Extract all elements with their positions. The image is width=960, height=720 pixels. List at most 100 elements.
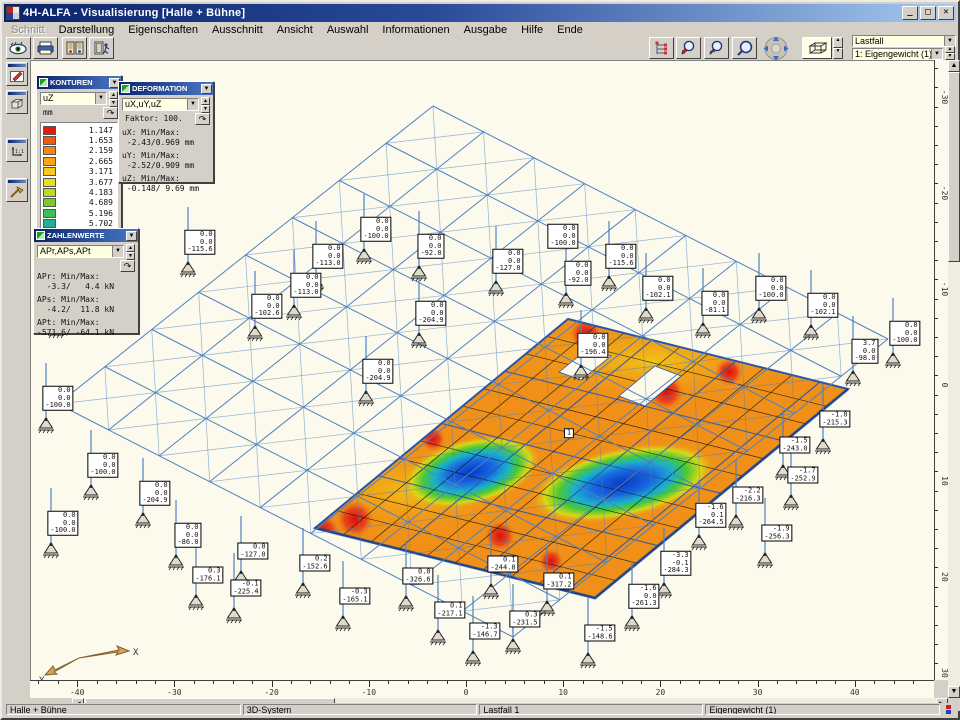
menu-item-darstellung[interactable]: Darstellung bbox=[52, 23, 122, 37]
panel-menu-button[interactable]: ▼ bbox=[126, 231, 137, 241]
vertical-scroll-thumb[interactable] bbox=[948, 72, 960, 262]
zoom-in-icon bbox=[680, 40, 697, 56]
chevron-down-icon[interactable]: ▼ bbox=[112, 246, 123, 257]
docked-panel-tools-button[interactable] bbox=[6, 178, 28, 202]
status-system: 3D-System bbox=[243, 704, 478, 715]
docked-panel-dimensions-button[interactable]: 1:1 bbox=[6, 138, 28, 162]
menu-item-ausgabe[interactable]: Ausgabe bbox=[457, 23, 514, 37]
legend-color-swatch bbox=[43, 146, 56, 155]
vertical-scrollbar[interactable]: ▲ ▼ bbox=[948, 60, 960, 698]
zoom-out-button[interactable] bbox=[704, 37, 729, 59]
legend-value: 2.159 bbox=[60, 146, 115, 155]
lastfall-combo[interactable]: Lastfall ▼ bbox=[852, 35, 956, 47]
ruler-tick bbox=[427, 681, 428, 684]
zahlenwerte-component-combo[interactable]: APr,APs,APt ▼ bbox=[37, 245, 124, 258]
minimize-button[interactable]: _ bbox=[902, 6, 918, 20]
support-icon bbox=[135, 513, 151, 528]
faktor-label: Faktor: 100. bbox=[122, 114, 193, 124]
support-icon bbox=[803, 325, 819, 340]
pan-control[interactable] bbox=[762, 35, 790, 62]
help-book-button[interactable] bbox=[62, 37, 87, 59]
deformation-component-combo[interactable]: uX,uY,uZ ▼ bbox=[122, 98, 199, 111]
lastfall-combo-value: Lastfall bbox=[853, 36, 944, 46]
deformation-panel-caption[interactable]: DEFORMATION ▼ bbox=[119, 82, 213, 95]
menu-item-eigenschaften[interactable]: Eigenschaften bbox=[121, 23, 205, 37]
zahlenwerte-spinner[interactable]: ▲▼ bbox=[126, 244, 135, 258]
ruler-tick bbox=[816, 681, 817, 684]
axis-indicator: X Y bbox=[39, 646, 139, 680]
legend-color-swatch bbox=[43, 209, 56, 218]
support-icon bbox=[558, 293, 574, 308]
ruler-label: -40 bbox=[70, 688, 84, 697]
exit-button[interactable] bbox=[89, 37, 114, 59]
render-options-button[interactable] bbox=[649, 37, 674, 59]
chevron-down-icon[interactable]: ▼ bbox=[944, 36, 955, 46]
loadcase-spinner[interactable]: ▲▼ bbox=[945, 46, 955, 60]
view-3d-spinner[interactable]: ▲▼ bbox=[833, 37, 843, 59]
scroll-down-icon[interactable]: ▼ bbox=[948, 686, 960, 698]
pointer-tool-icon bbox=[10, 186, 24, 198]
konturen-panel-caption[interactable]: KONTUREN ▼ bbox=[37, 76, 121, 89]
ruler-tick bbox=[935, 68, 938, 69]
apply-arrow-button[interactable]: ↷ bbox=[120, 260, 135, 272]
ruler-tick bbox=[935, 548, 938, 549]
chevron-down-icon[interactable]: ▼ bbox=[187, 99, 198, 110]
docked-panel-edit-button[interactable] bbox=[6, 62, 28, 86]
menu-item-auswahl[interactable]: Auswahl bbox=[320, 23, 376, 37]
node-value-label: -0.3 -165.1 bbox=[339, 588, 370, 605]
maximize-button[interactable]: □ bbox=[920, 6, 936, 20]
ruler-tick bbox=[330, 681, 331, 684]
ruler-tick bbox=[935, 241, 938, 242]
support-icon bbox=[483, 584, 499, 599]
zahlenwerte-panel-title: ZAHLENWERTE bbox=[47, 229, 126, 242]
konturen-spinner[interactable]: ▲▼ bbox=[109, 91, 118, 105]
ruler-tick bbox=[935, 644, 938, 645]
deformation-panel: DEFORMATION ▼ uX,uY,uZ ▼ ▲▼ Faktor: 100.… bbox=[118, 81, 214, 183]
zahlenwerte-panel-caption[interactable]: ZAHLENWERTE ▼ bbox=[34, 229, 138, 242]
ruler-tick bbox=[935, 395, 938, 396]
ruler-tick bbox=[641, 681, 642, 684]
menu-item-schnitt: Schnitt bbox=[4, 23, 52, 37]
konturen-component-combo[interactable]: uZ ▼ bbox=[40, 92, 107, 105]
ruler-tick bbox=[935, 222, 938, 223]
ruler-tick bbox=[935, 606, 938, 607]
apply-arrow-button[interactable]: ↷ bbox=[103, 107, 118, 119]
support-icon bbox=[539, 601, 555, 616]
close-button[interactable]: ✕ bbox=[938, 6, 954, 20]
zoom-in-button[interactable] bbox=[676, 37, 701, 59]
chevron-down-icon[interactable]: ▼ bbox=[95, 93, 106, 104]
menu-item-ausschnitt[interactable]: Ausschnitt bbox=[205, 23, 270, 37]
panel-menu-button[interactable]: ▼ bbox=[201, 84, 212, 94]
app-window: 4H-ALFA - Visualisierung [Halle + Bühne]… bbox=[0, 0, 960, 720]
chevron-down-icon[interactable]: ▼ bbox=[931, 49, 942, 59]
print-button[interactable] bbox=[33, 37, 58, 59]
konturen-panel-title: KONTUREN bbox=[50, 76, 109, 89]
ruler-tick bbox=[894, 681, 895, 684]
loadcase-combo[interactable]: 1: Eigengewicht (1) ▼ bbox=[852, 48, 943, 60]
render-tree-icon bbox=[653, 41, 670, 56]
apply-arrow-button[interactable]: ↷ bbox=[195, 113, 210, 125]
legend-color-swatch bbox=[43, 219, 56, 228]
view-3d-button[interactable] bbox=[802, 37, 832, 59]
legend-row: 3.171 bbox=[43, 167, 115, 177]
menu-item-informationen[interactable]: Informationen bbox=[375, 23, 456, 37]
ruler-tick bbox=[738, 681, 739, 684]
zoom-window-button[interactable] bbox=[732, 37, 757, 59]
menu-item-ansicht[interactable]: Ansicht bbox=[270, 23, 320, 37]
ruler-tick bbox=[935, 433, 938, 434]
support-icon bbox=[757, 553, 773, 568]
legend-value: 3.677 bbox=[60, 178, 115, 187]
drawing-canvas[interactable]: X Y KONTUREN ▼ uZ ▼ ▲▼ mm ↷ 1.1471 bbox=[30, 60, 934, 680]
docked-panel-3d-button[interactable] bbox=[6, 90, 28, 114]
legend-color-swatch bbox=[43, 126, 56, 135]
view-options-button[interactable] bbox=[6, 37, 31, 59]
menu-item-hilfe[interactable]: Hilfe bbox=[514, 23, 550, 37]
menu-item-ende[interactable]: Ende bbox=[550, 23, 590, 37]
node-value-label: 0.2 -152.6 bbox=[299, 555, 330, 572]
deformation-spinner[interactable]: ▲▼ bbox=[201, 97, 210, 111]
ruler-tick bbox=[935, 126, 938, 127]
legend-row: 4.689 bbox=[43, 198, 115, 208]
aps-minmax-value: -4.2/ 11.8 kN bbox=[34, 305, 138, 315]
scroll-up-icon[interactable]: ▲ bbox=[948, 60, 960, 72]
legend-color-swatch bbox=[43, 167, 56, 176]
